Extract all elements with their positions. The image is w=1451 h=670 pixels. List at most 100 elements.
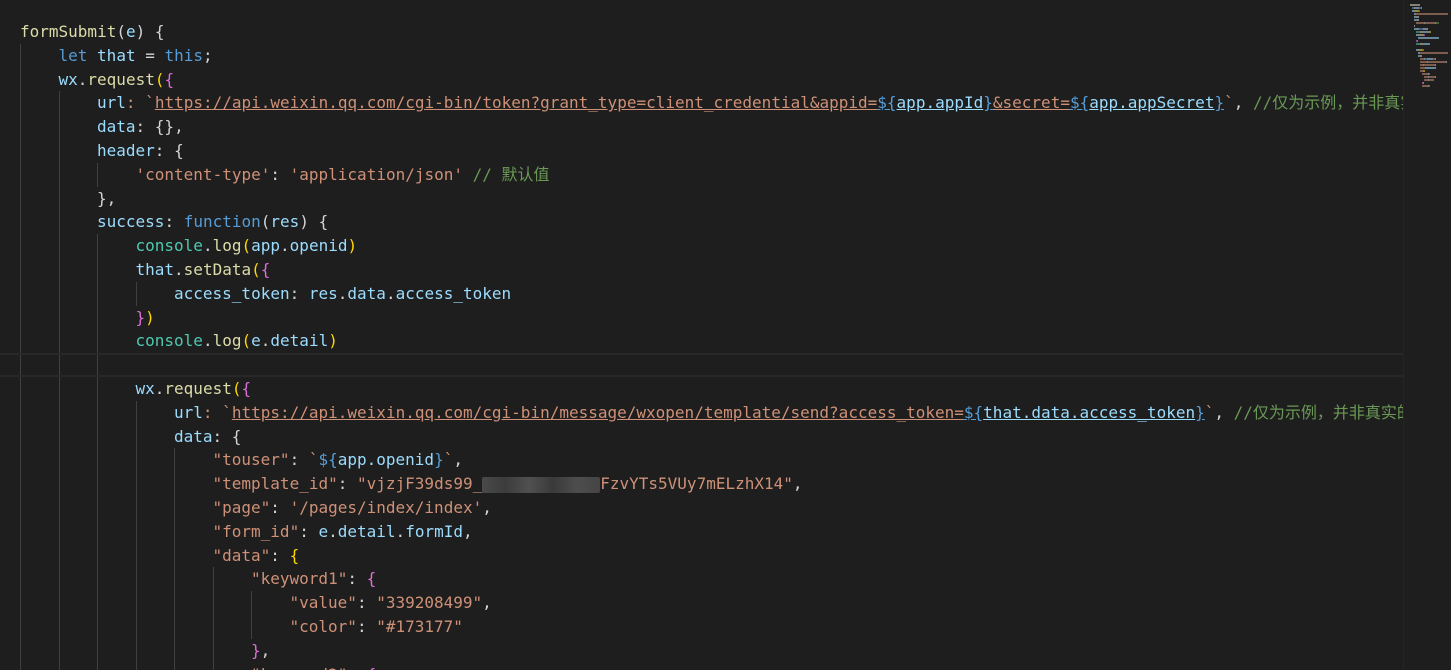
indent-guide	[58, 162, 60, 187]
code-line[interactable]: },	[0, 186, 1403, 211]
code-line[interactable]: "value": "339208499",	[0, 591, 1403, 615]
indent-guide	[20, 138, 21, 163]
code-line[interactable]: wx.request({	[0, 67, 1403, 92]
code-token: "page"	[212, 497, 271, 517]
code-line[interactable]: console.log(app.openid)	[0, 234, 1403, 258]
indent-guide	[58, 400, 60, 425]
code-token: "keyword2"	[251, 665, 347, 670]
indent-guide	[174, 448, 175, 473]
code-line[interactable]: "template_id": "vjzjF39ds99_ FzvYTs5VUy7m…	[0, 472, 1403, 496]
code-line[interactable]: },	[0, 638, 1403, 663]
minimap-line	[1435, 61, 1446, 63]
code-line[interactable]: "touser": `${app.openid}`,	[0, 448, 1403, 473]
indent-guide	[135, 424, 137, 449]
code-token: (	[251, 259, 261, 279]
indent-guide	[58, 210, 60, 235]
code-token: .	[174, 259, 184, 279]
code-line[interactable]: header: {	[0, 138, 1403, 163]
indent-guide	[20, 43, 21, 68]
indent-guide	[174, 519, 175, 544]
indent-guide	[97, 281, 98, 306]
minimap-line	[1435, 76, 1436, 78]
code-token: url	[174, 402, 203, 422]
code-line[interactable]: success: function(res) {	[0, 210, 1403, 235]
code-area[interactable]: formSubmit(e) {let that = this; wx.reques…	[0, 20, 1403, 670]
code-line[interactable]: access_token: res.data.access_token	[0, 281, 1403, 306]
indent-guide	[97, 614, 98, 639]
code-token: :	[289, 283, 309, 303]
indent-guide	[97, 495, 98, 520]
code-line[interactable]: wx.request({	[0, 376, 1403, 401]
indent-guide	[212, 591, 214, 615]
minimap-line	[1419, 10, 1420, 12]
code-line[interactable]: "keyword1": {	[0, 567, 1403, 592]
indent-guide	[97, 543, 98, 568]
code-line[interactable]	[0, 353, 1403, 377]
indent-guide	[20, 67, 21, 92]
code-token: // 默认值	[472, 164, 550, 184]
code-line[interactable]: "page": '/pages/index/index',	[0, 495, 1403, 520]
code-token: :	[270, 164, 290, 184]
code-token: detail	[337, 521, 396, 541]
indent-guide	[97, 472, 98, 496]
code-token: this	[164, 45, 204, 65]
code-line[interactable]: formSubmit(e) {	[0, 20, 1403, 44]
indent-guide	[58, 662, 60, 670]
code-token: wx	[135, 378, 155, 398]
code-editor[interactable]: formSubmit(e) {let that = this; wx.reques…	[0, 0, 1451, 670]
indent-guide	[20, 591, 21, 615]
indent-guide	[212, 662, 214, 670]
code-line[interactable]: 'content-type': 'application/json' // 默认…	[0, 162, 1403, 187]
code-token: header	[97, 140, 155, 160]
code-line[interactable]: "data": {	[0, 543, 1403, 568]
minimap-line	[1418, 13, 1448, 15]
code-token: :	[289, 450, 309, 470]
code-line[interactable]: data: {},	[0, 115, 1403, 139]
code-token: console	[135, 236, 203, 256]
code-token: https://api.weixin.qq.com/cgi-bin/messag…	[231, 402, 964, 422]
indent-guide	[135, 543, 137, 568]
code-token: }	[135, 307, 146, 327]
code-token: app.appSecret	[1089, 93, 1215, 113]
minimap-line	[1422, 52, 1448, 54]
code-token: `	[443, 450, 454, 470]
minimap-line	[1428, 61, 1435, 63]
minimap[interactable]	[1403, 0, 1451, 670]
code-token: formId	[405, 521, 463, 541]
indent-guide	[20, 424, 21, 449]
code-line[interactable]: url: `https://api.weixin.qq.com/cgi-bin/…	[0, 91, 1403, 116]
indent-guide	[58, 614, 60, 639]
minimap-line	[1426, 28, 1428, 30]
indent-guide	[58, 543, 60, 568]
indent-guide	[251, 614, 252, 639]
code-token: "data"	[212, 545, 271, 565]
minimap-line	[1421, 7, 1422, 9]
indent-guide	[174, 614, 175, 639]
code-line[interactable]: data: {	[0, 424, 1403, 449]
code-line[interactable]: "keyword2": {	[0, 662, 1403, 670]
indent-guide	[58, 519, 60, 544]
code-line[interactable]: let that = this;	[0, 43, 1403, 68]
code-line[interactable]: "color": "#173177"	[0, 614, 1403, 639]
code-token: "keyword1"	[251, 569, 348, 589]
indent-guide	[135, 281, 137, 306]
code-token: "#173177"	[376, 616, 463, 636]
indent-guide	[135, 638, 137, 663]
code-line[interactable]: console.log(e.detail)	[0, 329, 1403, 354]
indent-guide	[174, 638, 175, 663]
indent-guide	[20, 355, 21, 375]
code-line[interactable]: "form_id": e.detail.formId,	[0, 519, 1403, 544]
code-line[interactable]: url: `https://api.weixin.qq.com/cgi-bin/…	[0, 400, 1403, 425]
code-token: 'application/json'	[289, 164, 464, 184]
code-token: that	[135, 259, 175, 279]
indent-guide	[97, 567, 98, 592]
indent-guide	[58, 591, 60, 615]
code-token: app	[251, 236, 281, 256]
code-token: ,	[792, 474, 803, 494]
indent-guide	[58, 138, 60, 163]
code-line[interactable]: that.setData({	[0, 257, 1403, 282]
code-line[interactable]: })	[0, 305, 1403, 330]
indent-guide	[135, 495, 137, 520]
indent-guide	[58, 472, 60, 496]
